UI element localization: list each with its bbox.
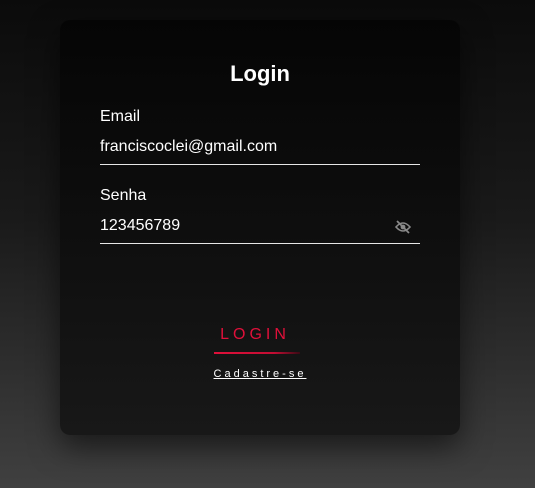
email-underline [100,164,420,165]
email-input[interactable] [100,136,420,158]
login-title: Login [230,61,290,86]
login-button[interactable]: LOGIN [210,324,300,354]
eye-off-icon[interactable] [394,220,412,234]
password-underline [100,243,420,244]
password-input[interactable] [100,215,420,237]
login-button-underline [214,352,300,354]
login-button-label: LOGIN [220,326,290,343]
signup-link[interactable]: Cadastre-se [60,368,460,380]
password-label: Senha [100,187,147,204]
email-label: Email [100,108,141,125]
login-card: Login Email Senha LOGIN Cadastre-se [60,20,460,435]
